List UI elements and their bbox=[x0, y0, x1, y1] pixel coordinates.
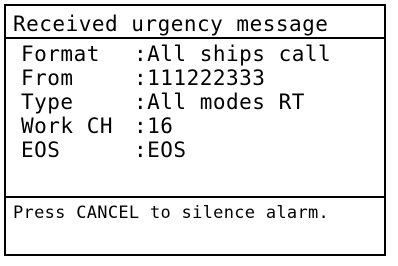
field-label-type: Type bbox=[21, 90, 74, 114]
field-label-work-ch: Work CH bbox=[21, 114, 114, 138]
field-eos: EOS :EOS bbox=[21, 138, 351, 162]
field-value-type: :All modes RT bbox=[134, 90, 305, 114]
title-bar: Received urgency message bbox=[6, 6, 384, 39]
footer-divider bbox=[6, 196, 384, 198]
screen-title: Received urgency message bbox=[13, 12, 329, 36]
message-details: Format :All ships call From :111222333 T… bbox=[21, 42, 351, 162]
field-from: From :111222333 bbox=[21, 66, 351, 90]
field-label-format: Format bbox=[21, 42, 100, 66]
field-value-format: :All ships call bbox=[134, 42, 332, 66]
field-value-from: :111222333 bbox=[134, 66, 266, 90]
urgency-message-screen: Received urgency message Format :All shi… bbox=[4, 4, 386, 256]
field-value-eos: :EOS bbox=[134, 138, 187, 162]
field-format: Format :All ships call bbox=[21, 42, 351, 66]
field-label-eos: EOS bbox=[21, 138, 61, 162]
field-value-work-ch: :16 bbox=[134, 114, 174, 138]
field-type: Type :All modes RT bbox=[21, 90, 351, 114]
field-label-from: From bbox=[21, 66, 74, 90]
footer-instruction: Press CANCEL to silence alarm. bbox=[13, 203, 330, 223]
field-work-ch: Work CH :16 bbox=[21, 114, 351, 138]
